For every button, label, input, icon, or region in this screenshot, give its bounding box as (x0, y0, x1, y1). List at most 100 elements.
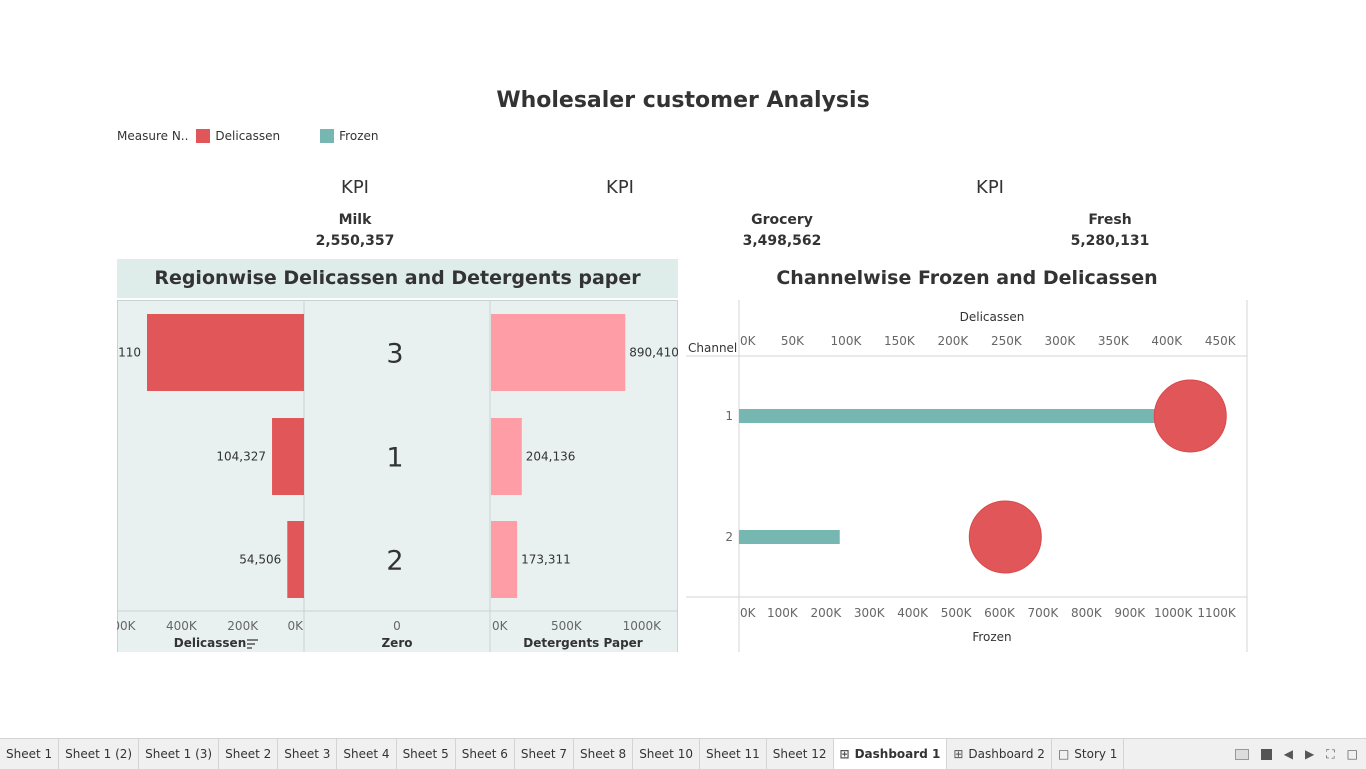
detergents-bar-label: 173,311 (521, 553, 571, 567)
presentation-mode-icon[interactable]: ⛶ (1326, 747, 1334, 762)
right-axis-tick: 500K (551, 619, 583, 633)
region-label: 1 (386, 443, 403, 474)
kpi-fresh-value: 5,280,131 (1070, 233, 1150, 249)
sheet-tab-label: Dashboard 2 (968, 747, 1045, 761)
bottom-axis-tick: 200K (810, 606, 842, 620)
top-axis-tick: 400K (1151, 334, 1183, 348)
sheet-tab-label: Dashboard 1 (854, 747, 941, 761)
bottom-axis-tick: 0K (740, 606, 757, 620)
sheet-tab-label: Sheet 3 (284, 747, 331, 761)
sheet-tab[interactable]: Sheet 5 (397, 739, 456, 769)
legend-item-frozen[interactable]: Frozen (320, 129, 378, 143)
sheet-tab[interactable]: Sheet 12 (767, 739, 834, 769)
delicassen-bar[interactable] (272, 418, 304, 495)
sheet-tab[interactable]: Sheet 8 (574, 739, 634, 769)
sheet-tab-label: Sheet 11 (705, 747, 760, 761)
legend-swatch-delicassen (196, 129, 211, 143)
bottom-axis-tick: 100K (767, 606, 799, 620)
frozen-bar[interactable] (739, 530, 840, 544)
channel-chart[interactable]: Channel Delicassen Frozen 0K 50K 100K 150K 200K… (686, 300, 1248, 652)
sheet-tab[interactable]: Sheet 1 (2) (59, 739, 140, 769)
kpi-header: KPI (976, 177, 1004, 198)
legend-item-delicassen[interactable]: Delicassen (196, 129, 280, 143)
kpi-header: KPI (341, 177, 369, 198)
detergents-bar[interactable] (491, 314, 626, 391)
bottom-axis-tick: 900K (1114, 606, 1146, 620)
bottom-axis-tick: 600K (984, 606, 1016, 620)
sheet-tab-label: Sheet 10 (639, 747, 693, 761)
sheet-tab-label: Sheet 8 (580, 747, 627, 761)
next-sheet-icon[interactable]: ▶ (1305, 747, 1314, 761)
tab-bar-nav: ◀ ▶ ⛶ □ (1234, 739, 1358, 769)
bottom-axis-tick: 300K (854, 606, 886, 620)
middle-axis-tick: 0 (393, 619, 401, 633)
sheet-tab-label: Sheet 1 (2) (65, 747, 133, 761)
sheet-tab[interactable]: ⊞ Dashboard 1 (833, 739, 948, 769)
left-axis-label: Delicassen (174, 636, 247, 650)
channel-label: 1 (725, 409, 733, 423)
sheet-tab[interactable]: Sheet 3 (278, 739, 338, 769)
bottom-axis-label: Frozen (972, 630, 1011, 644)
right-axis-label: Detergents Paper (523, 636, 643, 650)
story-icon: □ (1057, 747, 1070, 761)
dashboard-title: Wholesaler customer Analysis (496, 88, 870, 113)
sheet-tab-label: Sheet 4 (343, 747, 390, 761)
sheet-tab[interactable]: Sheet 1 (0, 739, 60, 769)
kpi-fresh-label: Fresh (1088, 212, 1132, 228)
delicassen-bar-label: 104,327 (216, 450, 266, 464)
top-axis-tick: 450K (1205, 334, 1237, 348)
middle-axis-label: Zero (381, 636, 412, 650)
delicassen-bar[interactable] (287, 521, 304, 598)
left-axis-tick: 600K (117, 619, 137, 633)
region-label: 3 (386, 339, 403, 370)
top-axis-tick: 350K (1098, 334, 1130, 348)
delicassen-circle[interactable] (1153, 379, 1227, 453)
kpi-header: KPI (606, 177, 634, 198)
sheet-tab[interactable]: Sheet 11 (700, 739, 767, 769)
legend-item-label: Delicassen (215, 129, 281, 143)
left-axis-tick: 200K (227, 619, 259, 633)
kpi-milk-label: Milk (338, 212, 372, 228)
left-axis-tick: 400K (166, 619, 198, 633)
delicassen-circle[interactable] (968, 500, 1042, 574)
sheet-tab-label: Sheet 7 (520, 747, 568, 761)
device-preview-icon[interactable]: □ (1347, 747, 1358, 761)
bottom-axis-tick: 1000K (1154, 606, 1194, 620)
sheet-tab[interactable]: □ Story 1 (1052, 739, 1125, 769)
channel-chart-title: Channelwise Frozen and Delicassen (776, 267, 1158, 289)
frozen-bar[interactable] (739, 409, 1155, 423)
top-axis-tick: 0K (740, 334, 757, 348)
sheet-tab[interactable]: Sheet 4 (337, 739, 397, 769)
sheet-tab-label: Sheet 12 (772, 747, 827, 761)
sheet-tab-label: Sheet 2 (225, 747, 272, 761)
top-axis-tick: 150K (884, 334, 916, 348)
sheet-tab[interactable]: Sheet 10 (633, 739, 700, 769)
show-sheet-sorter-icon[interactable] (1234, 748, 1249, 760)
top-axis-tick: 200K (938, 334, 970, 348)
top-axis-tick: 250K (991, 334, 1023, 348)
measure-legend: Measure N.. Delicassen Frozen (117, 129, 418, 143)
sheet-tab[interactable]: Sheet 7 (515, 739, 575, 769)
previous-sheet-icon[interactable]: ◀ (1284, 747, 1293, 761)
top-axis-tick: 100K (831, 334, 863, 348)
sheet-tab-label: Sheet 1 (3) (145, 747, 213, 761)
detergents-bar[interactable] (491, 418, 522, 495)
bottom-axis-tick: 500K (941, 606, 973, 620)
kpi-grocery-value: 3,498,562 (742, 233, 822, 249)
delicassen-bar[interactable] (147, 314, 304, 391)
sheet-tab[interactable]: Sheet 6 (456, 739, 515, 769)
legend-swatch-frozen (320, 129, 335, 143)
right-axis-tick: 1000K (623, 619, 663, 633)
sheet-tab[interactable]: Sheet 1 (3) (139, 739, 220, 769)
kpi-milk-value: 2,550,357 (315, 233, 395, 249)
region-chart[interactable]: 512,110 3 890,410 104,327 1 204,136 54,506 2 173… (117, 300, 678, 652)
legend-item-label: Frozen (339, 129, 379, 143)
channel-row-header: Channel (688, 341, 737, 355)
kpi-grocery-label: Grocery (751, 212, 813, 228)
sheet-tab[interactable]: Sheet 2 (219, 739, 279, 769)
detergents-bar[interactable] (491, 521, 518, 598)
bottom-axis-tick: 400K (897, 606, 929, 620)
top-axis-tick: 50K (781, 334, 805, 348)
sheet-tab[interactable]: ⊞ Dashboard 2 (947, 739, 1052, 769)
show-filmstrip-icon[interactable] (1260, 748, 1272, 760)
